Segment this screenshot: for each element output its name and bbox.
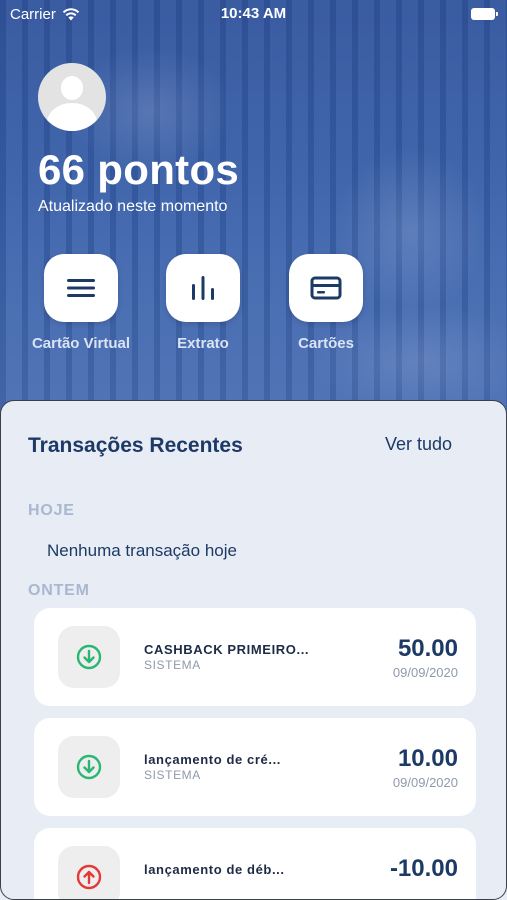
cards-label: Cartões xyxy=(298,335,354,352)
transaction-date: 09/09/2020 xyxy=(392,775,458,790)
section-yesterday-label: ONTEM xyxy=(28,582,90,599)
arrow-down-circle-icon xyxy=(76,644,102,670)
transaction-item[interactable]: lançamento de déb... -10.00 xyxy=(34,828,476,899)
avatar-body xyxy=(47,103,97,131)
transaction-name: lançamento de déb... xyxy=(144,862,285,877)
transaction-item[interactable]: lançamento de cré... SISTEMA 10.00 09/09… xyxy=(34,718,476,816)
see-all-link[interactable]: Ver tudo xyxy=(385,434,452,455)
status-time: 10:43 AM xyxy=(220,5,287,22)
points-updated-label: Atualizado neste momento xyxy=(38,198,228,215)
transaction-icon-box xyxy=(58,736,120,798)
transaction-amount: -10.00 xyxy=(389,855,458,882)
transaction-amount: 50.00 xyxy=(397,635,458,662)
section-today-label: HOJE xyxy=(28,502,75,519)
arrow-down-circle-icon xyxy=(76,754,102,780)
statement-label: Extrato xyxy=(177,335,229,352)
transaction-amount: 10.00 xyxy=(397,745,458,772)
battery-icon xyxy=(471,8,498,20)
credit-card-icon xyxy=(310,276,342,300)
virtual-card-tile[interactable] xyxy=(44,254,118,322)
cards-button[interactable]: Cartões xyxy=(289,254,363,353)
status-bar: Carrier 10:43 AM xyxy=(0,0,507,30)
bar-chart-icon xyxy=(192,276,214,300)
transaction-source: SISTEMA xyxy=(144,658,201,672)
transaction-icon-box xyxy=(58,626,120,688)
avatar-head xyxy=(61,76,83,100)
transaction-source: SISTEMA xyxy=(144,768,201,782)
transaction-name: lançamento de cré... xyxy=(144,752,281,767)
cards-tile[interactable] xyxy=(289,254,363,322)
menu-icon xyxy=(67,279,95,297)
recent-transactions-card: Transações Recentes Ver tudo HOJE Nenhum… xyxy=(0,400,507,900)
statement-button[interactable]: Extrato xyxy=(166,254,240,353)
virtual-card-label: Cartão Virtual xyxy=(31,335,131,352)
transaction-icon-box xyxy=(58,846,120,899)
transaction-name: CASHBACK PRIMEIRO... xyxy=(144,642,310,657)
arrow-up-circle-icon xyxy=(76,864,102,890)
recent-transactions-title: Transações Recentes xyxy=(28,434,243,457)
transaction-item[interactable]: CASHBACK PRIMEIRO... SISTEMA 50.00 09/09… xyxy=(34,608,476,706)
no-transactions-today: Nenhuma transação hoje xyxy=(47,541,237,560)
points-balance: 66 pontos xyxy=(38,146,240,193)
transaction-date: 09/09/2020 xyxy=(392,665,458,680)
statement-tile[interactable] xyxy=(166,254,240,322)
virtual-card-button[interactable]: Cartão Virtual xyxy=(32,254,130,353)
avatar[interactable] xyxy=(38,63,106,131)
